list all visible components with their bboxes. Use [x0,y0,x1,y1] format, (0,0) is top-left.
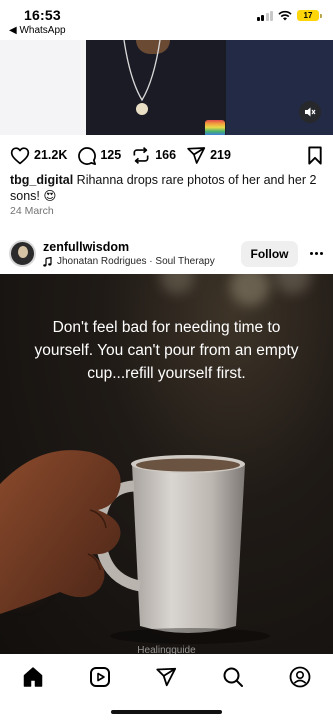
bottom-navigation [0,654,333,720]
music-text: Jhonatan Rodrigues · Soul Therapy [57,256,215,267]
post-header: zenfullwisdom Jhonatan Rodrigues · Soul … [0,236,333,272]
speaker-muted-icon [305,107,316,117]
battery-level: 17 [303,11,313,20]
home-icon [24,667,43,687]
caption-username[interactable]: tbg_digital [10,173,73,187]
like-count: 21.2K [34,148,68,162]
post-image[interactable]: Don't feel bad for needing time to yours… [0,274,333,654]
back-to-whatsapp-link[interactable]: ◀ WhatsApp [9,25,66,36]
nav-reels[interactable] [88,665,112,689]
status-bar: 16:53 ◀ WhatsApp 17 [0,0,333,40]
nav-profile[interactable] [288,665,312,689]
reels-icon [89,667,110,687]
home-indicator[interactable] [111,710,222,714]
quote-text: Don't feel bad for needing time to yours… [34,319,299,382]
post-photo-previous[interactable] [0,40,333,135]
wifi-icon [278,10,292,21]
heart-icon [10,146,30,164]
post-actions: 21.2K 125 166 219 [10,143,323,167]
search-icon [223,667,244,687]
music-info[interactable]: Jhonatan Rodrigues · Soul Therapy [43,256,215,267]
follow-button[interactable]: Follow [241,241,298,267]
mute-button[interactable] [299,101,321,123]
nav-home[interactable] [21,665,45,689]
repost-action[interactable]: 166 [131,146,176,165]
post-date: 24 March [10,205,54,217]
cellular-signal-icon [256,10,273,21]
send-icon [156,667,177,687]
bookmark-icon [308,145,322,165]
necklace-graphic [123,40,161,115]
avatar[interactable] [9,240,36,267]
music-note-icon [43,256,52,267]
nav-messages[interactable] [154,665,178,689]
save-bookmark-button[interactable] [307,145,323,165]
send-icon [187,146,206,164]
repost-count: 166 [155,148,177,162]
repost-icon [133,146,149,164]
status-time: 16:53 [24,7,61,23]
battery-icon: 17 [297,10,322,21]
image-watermark: Healingguide [137,645,196,654]
share-count: 219 [210,148,231,162]
more-options-icon[interactable] [307,245,325,261]
profile-icon [289,666,311,688]
like-action[interactable]: 21.2K [10,146,67,165]
comment-action[interactable]: 125 [77,146,121,165]
share-action[interactable]: 219 [186,146,231,165]
status-icons: 17 [256,10,322,21]
comment-icon [78,146,97,165]
post-caption: tbg_digital Rihanna drops rare photos of… [10,172,328,204]
nav-search[interactable] [221,665,245,689]
post-username[interactable]: zenfullwisdom [43,240,129,254]
comment-count: 125 [100,148,122,162]
